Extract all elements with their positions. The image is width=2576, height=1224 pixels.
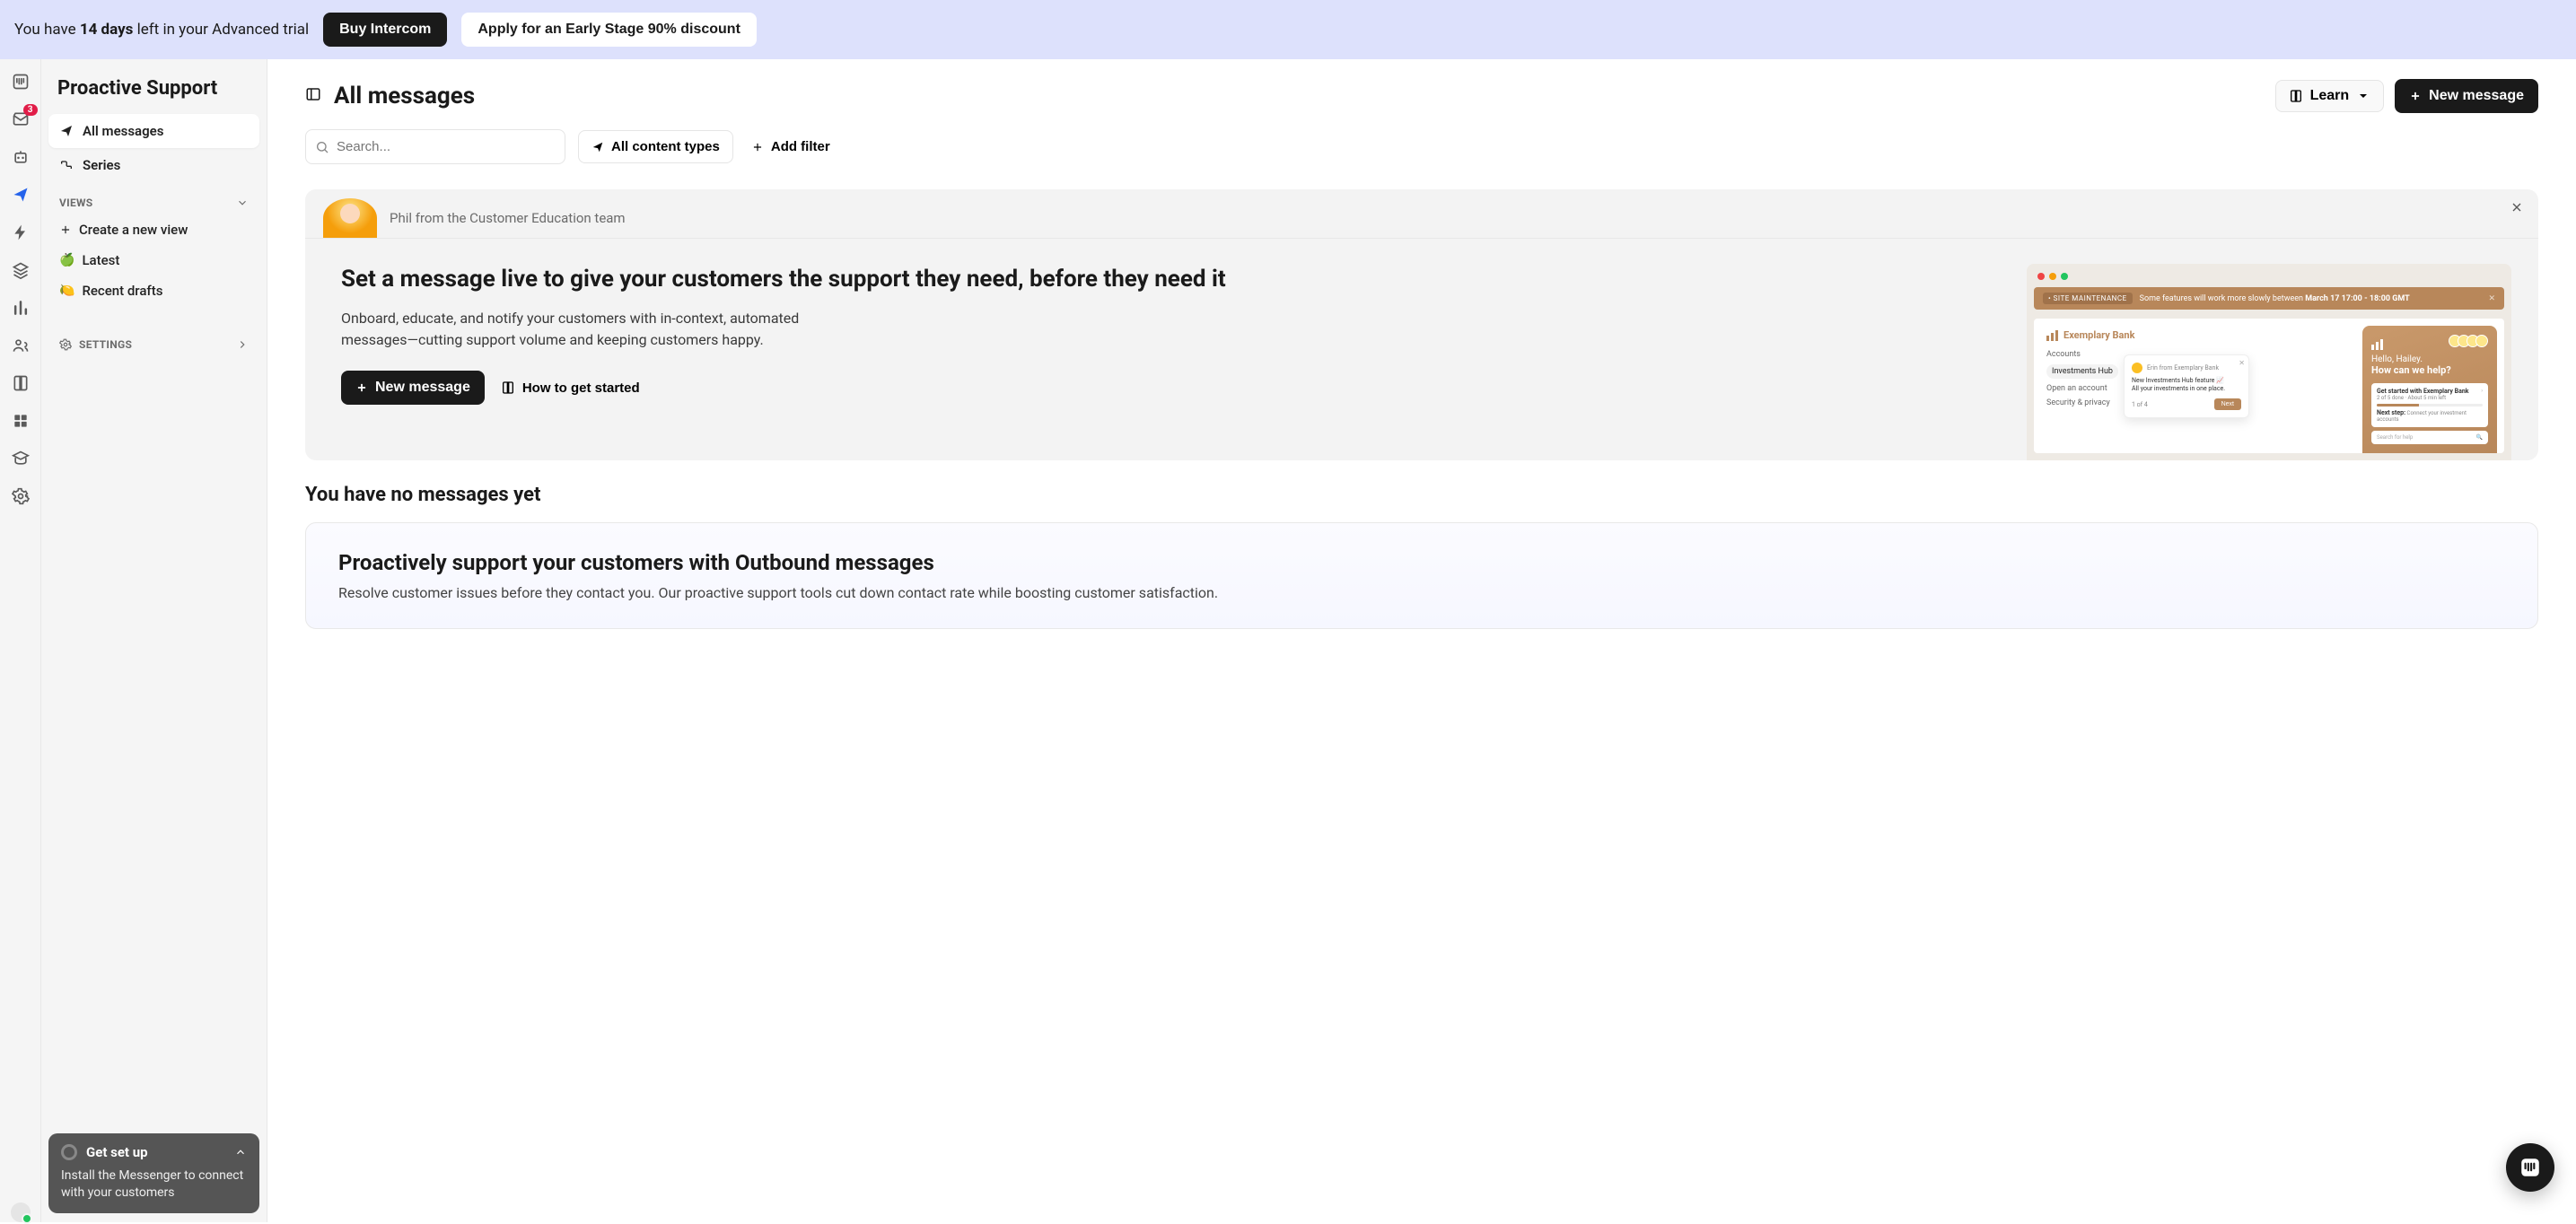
inbox-badge: 3 <box>23 104 38 116</box>
promo-title: Proactively support your customers with … <box>338 550 2505 575</box>
layers-icon[interactable] <box>11 260 31 280</box>
onboarding-hero: Phil from the Customer Education team Se… <box>305 189 2538 460</box>
plus-icon <box>2409 90 2422 102</box>
buy-intercom-button[interactable]: Buy Intercom <box>323 13 447 47</box>
nav-series-label: Series <box>83 157 120 173</box>
apple-icon: 🍏 <box>59 253 74 267</box>
chevron-up-icon <box>234 1146 247 1158</box>
views-header[interactable]: VIEWS <box>48 182 259 214</box>
preview-messenger: Hello, Hailey. How can we help? Get star… <box>2362 326 2497 453</box>
intercom-icon <box>2519 1156 2542 1179</box>
caret-down-icon <box>2356 89 2370 103</box>
articles-icon[interactable] <box>11 373 31 393</box>
ai-icon[interactable] <box>11 147 31 167</box>
early-stage-discount-button[interactable]: Apply for an Early Stage 90% discount <box>461 13 757 47</box>
plus-icon <box>59 223 72 236</box>
close-icon: ✕ <box>2488 294 2495 303</box>
chevron-right-icon <box>236 338 249 351</box>
page-title: All messages <box>334 83 475 109</box>
search-input-wrap[interactable] <box>305 129 565 164</box>
nav-series[interactable]: Series <box>48 148 259 182</box>
content-types-filter[interactable]: All content types <box>578 130 733 163</box>
preview-banner: • SITE MAINTENANCE Some features will wo… <box>2034 287 2504 310</box>
view-recent-drafts[interactable]: 🍋 Recent drafts <box>48 275 259 306</box>
author-avatar <box>323 198 377 238</box>
gear-icon <box>59 338 72 351</box>
search-icon <box>315 140 329 154</box>
promo-card: Proactively support your customers with … <box>305 522 2538 629</box>
learn-button[interactable]: Learn <box>2275 80 2385 112</box>
hero-headline: Set a message live to give your customer… <box>341 264 2000 295</box>
trial-banner: You have 14 days left in your Advanced t… <box>0 0 2576 59</box>
mac-traffic-lights <box>2034 271 2504 287</box>
logo-icon[interactable] <box>11 72 31 92</box>
progress-ring-icon <box>61 1144 77 1160</box>
reports-icon[interactable] <box>11 298 31 318</box>
sidebar-title: Proactive Support <box>48 77 259 114</box>
lemon-icon: 🍋 <box>59 284 74 298</box>
contacts-icon[interactable] <box>11 336 31 355</box>
book-icon <box>2289 89 2303 103</box>
create-view-button[interactable]: Create a new view <box>48 214 259 245</box>
messenger-launcher[interactable] <box>2506 1143 2554 1192</box>
plus-icon <box>355 381 368 394</box>
author-from: Phil from the Customer Education team <box>390 210 626 226</box>
promo-body: Resolve customer issues before they cont… <box>338 584 2505 601</box>
icon-rail: 3 <box>0 59 41 1222</box>
settings-header[interactable]: SETTINGS <box>48 324 259 356</box>
hero-body-text: Onboard, educate, and notify your custom… <box>341 308 826 351</box>
setup-card[interactable]: Get set up Install the Messenger to conn… <box>48 1133 259 1213</box>
preview-popup: ✕ Erin from Exemplary Bank New Investmen… <box>2124 354 2249 418</box>
hero-preview: • SITE MAINTENANCE Some features will wo… <box>2027 264 2511 460</box>
dismiss-hero-button[interactable] <box>2510 200 2524 218</box>
nav-all-messages[interactable]: All messages <box>48 114 259 148</box>
nav-all-messages-label: All messages <box>83 123 163 139</box>
settings-icon[interactable] <box>11 486 31 506</box>
search-input[interactable] <box>329 130 561 163</box>
new-message-button[interactable]: New message <box>2395 79 2538 113</box>
plus-icon <box>751 141 764 153</box>
automation-icon[interactable] <box>11 223 31 242</box>
outbound-icon[interactable] <box>11 185 31 205</box>
apps-icon[interactable] <box>11 411 31 431</box>
view-latest[interactable]: 🍏 Latest <box>48 245 259 275</box>
trial-text: You have 14 days left in your Advanced t… <box>14 21 309 39</box>
main-content: All messages Learn New message <box>267 59 2576 1222</box>
sidebar: Proactive Support All messages Series VI… <box>41 59 267 1222</box>
send-icon <box>591 141 604 153</box>
how-to-get-started-button[interactable]: How to get started <box>501 380 640 396</box>
add-filter-button[interactable]: Add filter <box>746 131 836 162</box>
user-avatar[interactable] <box>11 1202 31 1222</box>
chevron-down-icon <box>236 197 249 209</box>
inbox-icon[interactable]: 3 <box>11 109 31 129</box>
academy-icon[interactable] <box>11 449 31 468</box>
empty-state-heading: You have no messages yet <box>305 484 2538 506</box>
collapse-sidebar-button[interactable] <box>305 86 321 106</box>
hero-new-message-button[interactable]: New message <box>341 371 485 405</box>
book-icon <box>501 380 515 395</box>
